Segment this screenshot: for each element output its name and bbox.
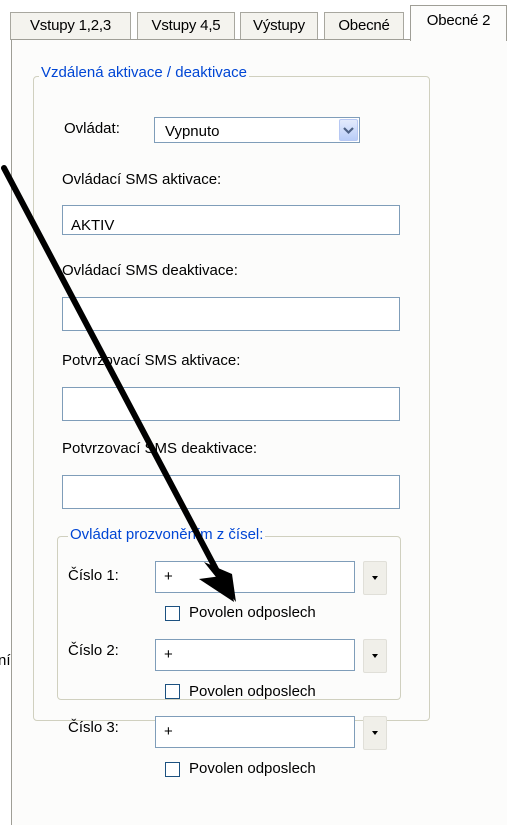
sms-activation-label: Ovládací SMS aktivace: bbox=[62, 171, 222, 188]
number-3-label: Číslo 3: bbox=[68, 719, 119, 736]
control-select-value: Vypnuto bbox=[165, 123, 220, 140]
tab-obecne-2[interactable]: Obecné 2 bbox=[410, 5, 507, 41]
tab-vstupy-123[interactable]: Vstupy 1,2,3 bbox=[10, 12, 131, 40]
sms-deactivation-input[interactable] bbox=[62, 297, 400, 331]
control-select[interactable]: Vypnuto bbox=[154, 117, 360, 143]
number-3-dropdown[interactable] bbox=[363, 716, 387, 750]
ring-control-group-title: Ovládat prozvoněním z čísel: bbox=[68, 526, 266, 543]
number-2-checkbox[interactable] bbox=[165, 684, 180, 699]
number-2-checkbox-label: Povolen odposlech bbox=[189, 683, 316, 700]
control-label: Ovládat: bbox=[64, 120, 120, 137]
chevron-down-icon[interactable] bbox=[339, 119, 358, 141]
number-2-input[interactable]: + bbox=[155, 639, 355, 671]
triangle-down-icon bbox=[372, 731, 378, 735]
tab-vstupy-45[interactable]: Vstupy 4,5 bbox=[137, 12, 235, 40]
sms-deactivation-label: Ovládací SMS deaktivace: bbox=[62, 262, 238, 279]
confirm-deactivation-label: Potvrzovací SMS deaktivace: bbox=[62, 440, 258, 457]
sms-activation-input[interactable]: AKTIV bbox=[62, 205, 400, 235]
number-2-label: Číslo 2: bbox=[68, 642, 119, 659]
number-1-dropdown[interactable] bbox=[363, 561, 387, 595]
number-3-input[interactable]: + bbox=[155, 716, 355, 748]
tab-vystupy[interactable]: Výstupy bbox=[240, 12, 318, 40]
confirm-deactivation-input[interactable] bbox=[62, 475, 400, 509]
number-1-checkbox-label: Povolen odposlech bbox=[189, 604, 316, 621]
cut-off-label: ní bbox=[0, 652, 11, 669]
confirm-activation-input[interactable] bbox=[62, 387, 400, 421]
confirm-activation-label: Potvrzovací SMS aktivace: bbox=[62, 352, 241, 369]
number-1-checkbox[interactable] bbox=[165, 606, 180, 621]
tab-obecne[interactable]: Obecné bbox=[324, 12, 404, 40]
number-1-input[interactable]: + bbox=[155, 561, 355, 593]
number-3-checkbox[interactable] bbox=[165, 762, 180, 777]
number-1-label: Číslo 1: bbox=[68, 567, 119, 584]
remote-activation-group-title: Vzdálená aktivace / deaktivace bbox=[39, 64, 249, 81]
triangle-down-icon bbox=[372, 654, 378, 658]
number-2-dropdown[interactable] bbox=[363, 639, 387, 673]
number-3-checkbox-label: Povolen odposlech bbox=[189, 760, 316, 777]
triangle-down-icon bbox=[372, 576, 378, 580]
